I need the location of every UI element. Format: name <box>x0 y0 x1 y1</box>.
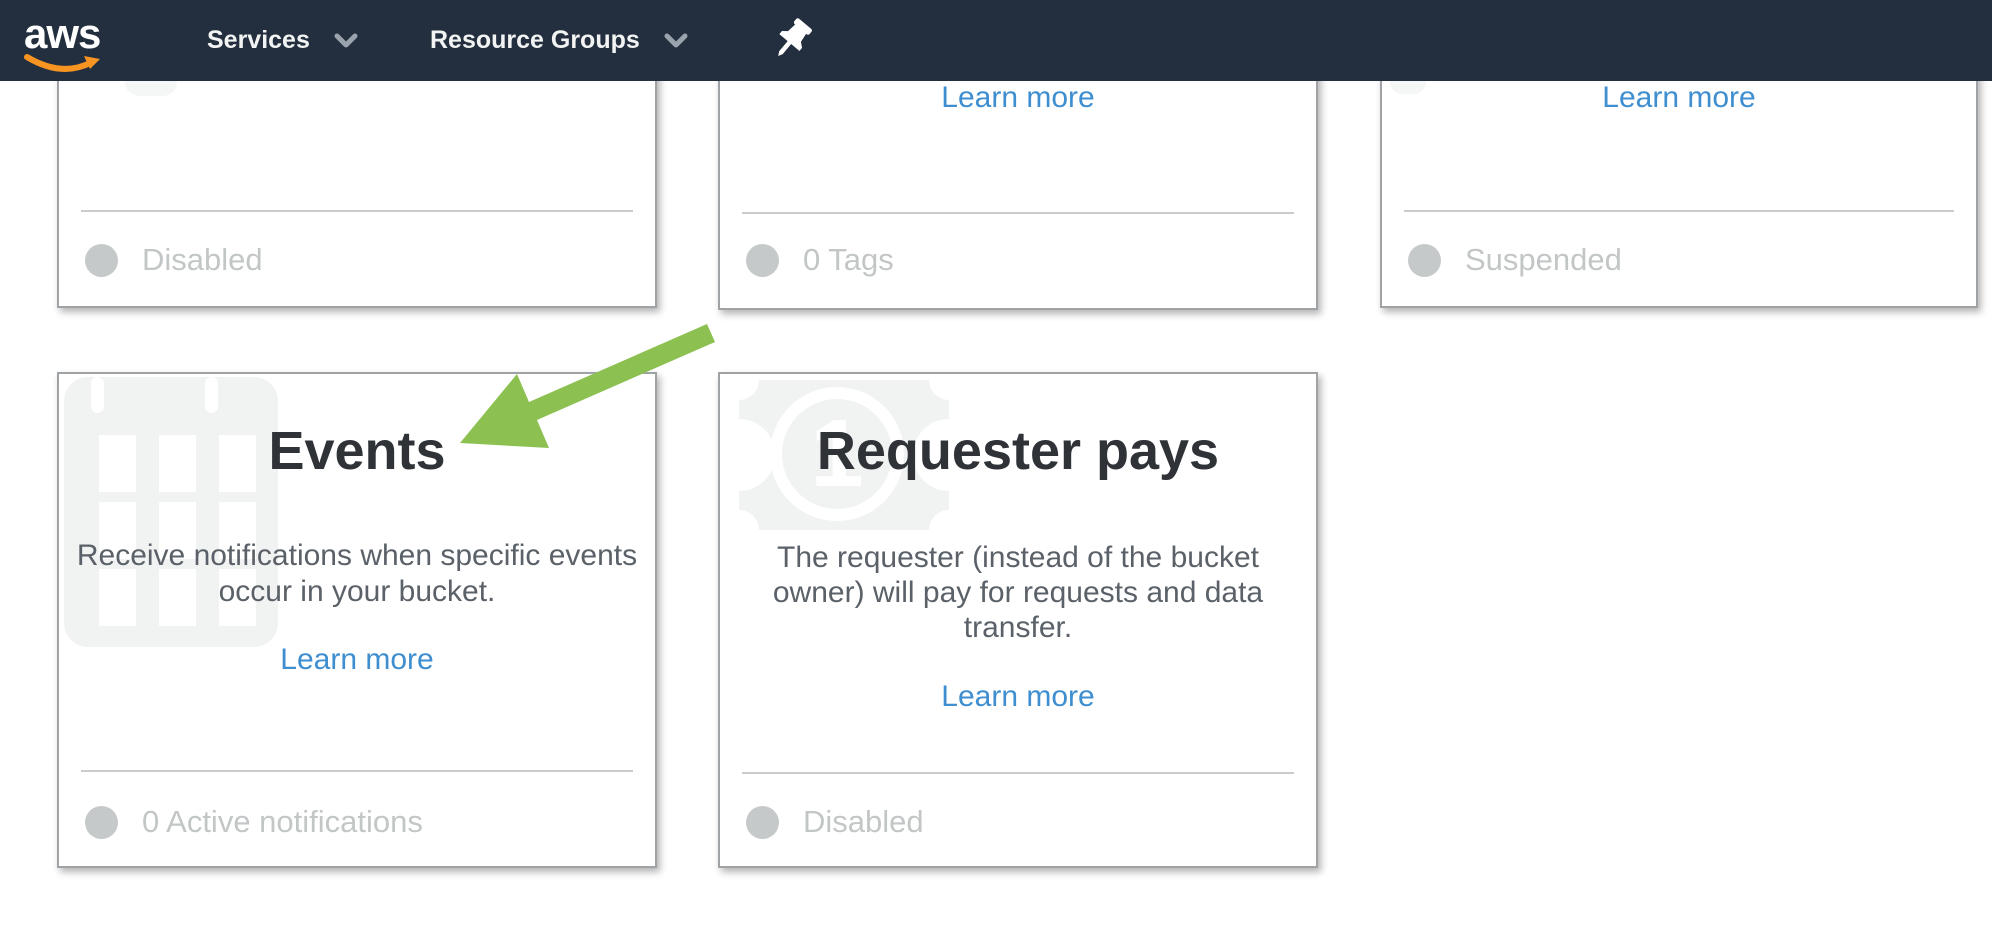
status-dot-icon <box>746 806 779 839</box>
description-line: transfer. <box>720 610 1316 645</box>
requester-pays-card-title: Requester pays <box>720 420 1316 482</box>
status-row: 0 Active notifications <box>85 804 423 840</box>
card-divider <box>81 770 633 772</box>
card-divider <box>1404 210 1954 212</box>
status-dot-icon <box>746 244 779 277</box>
status-row: Disabled <box>85 242 263 278</box>
chevron-down-icon <box>334 33 358 48</box>
status-row: Disabled <box>746 804 924 840</box>
status-dot-icon <box>85 806 118 839</box>
pin-icon[interactable] <box>772 18 814 64</box>
status-text: 0 Active notifications <box>142 804 423 840</box>
requester-pays-card[interactable]: 1 Requester pays The requester (instead … <box>718 372 1318 868</box>
aws-logo[interactable]: aws <box>22 8 112 74</box>
nav-services-label: Services <box>207 26 310 55</box>
learn-more-link[interactable]: Learn more <box>720 82 1316 114</box>
status-dot-icon <box>1408 244 1441 277</box>
events-card[interactable]: Events Receive notifications when specif… <box>57 372 657 868</box>
status-dot-icon <box>85 244 118 277</box>
aws-logo-text: aws <box>24 10 100 58</box>
status-text: Suspended <box>1465 242 1622 278</box>
s3-bucket-properties-screen: aws Services Resource Groups <box>0 0 1992 952</box>
description-line: occur in your bucket. <box>59 574 655 610</box>
aws-navbar: aws Services Resource Groups <box>0 0 1992 81</box>
learn-more-link[interactable]: Learn more <box>1382 82 1976 114</box>
events-card-title: Events <box>59 420 655 482</box>
nav-menu-services[interactable]: Services <box>207 0 358 81</box>
status-text: Disabled <box>142 242 263 278</box>
learn-more-link[interactable]: Learn more <box>59 644 655 676</box>
transfer-acceleration-card[interactable]: Learn more Suspended <box>1380 56 1978 308</box>
nav-resource-groups-label: Resource Groups <box>430 26 640 55</box>
versioning-card[interactable]: Disabled <box>57 56 657 308</box>
status-row: 0 Tags <box>746 242 894 278</box>
description-line: The requester (instead of the bucket <box>720 540 1316 575</box>
card-divider <box>742 772 1294 774</box>
events-card-description: Receive notifications when specific even… <box>59 538 655 610</box>
status-text: 0 Tags <box>803 242 894 278</box>
learn-more-link[interactable]: Learn more <box>720 681 1316 713</box>
tags-card[interactable]: Learn more 0 Tags <box>718 56 1318 310</box>
aws-smile-icon <box>24 54 106 78</box>
requester-pays-card-description: The requester (instead of the bucket own… <box>720 540 1316 645</box>
description-line: Receive notifications when specific even… <box>59 538 655 574</box>
status-text: Disabled <box>803 804 924 840</box>
card-divider <box>742 212 1294 214</box>
nav-menu-resource-groups[interactable]: Resource Groups <box>430 0 688 81</box>
status-row: Suspended <box>1408 242 1622 278</box>
card-divider <box>81 210 633 212</box>
chevron-down-icon <box>664 33 688 48</box>
description-line: owner) will pay for requests and data <box>720 575 1316 610</box>
